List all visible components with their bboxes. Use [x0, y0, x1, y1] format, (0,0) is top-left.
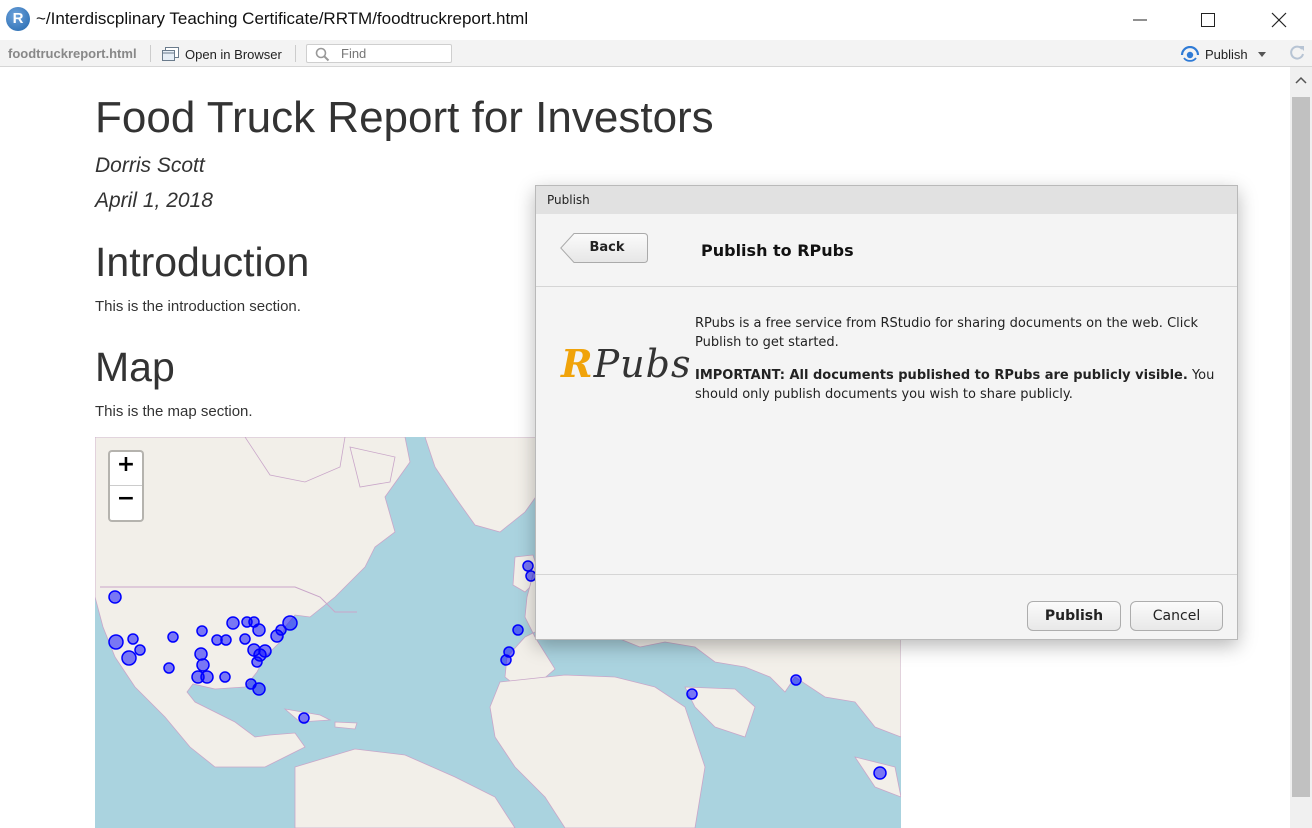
food-truck-marker[interactable] — [163, 662, 175, 674]
food-truck-marker[interactable] — [252, 682, 266, 696]
minimize-icon[interactable] — [1120, 6, 1160, 34]
food-truck-marker[interactable] — [134, 644, 146, 656]
window-title: ~/Interdiscplinary Teaching Certificate/… — [36, 9, 529, 28]
toolbar-filename: foodtruckreport.html — [8, 46, 137, 61]
publish-icon — [1180, 46, 1200, 62]
map-heading: Map — [95, 344, 175, 390]
viewer-toolbar: foodtruckreport.html Open in Browser Pub… — [0, 40, 1312, 67]
dialog-heading: Publish to RPubs — [701, 241, 854, 260]
rpubs-warning: IMPORTANT: All documents published to RP… — [695, 366, 1225, 404]
maximize-icon[interactable] — [1188, 6, 1228, 34]
scroll-up-icon[interactable] — [1295, 75, 1307, 87]
food-truck-marker[interactable] — [194, 647, 208, 661]
cancel-button[interactable]: Cancel — [1130, 601, 1223, 631]
food-truck-marker[interactable] — [108, 634, 124, 650]
toolbar-divider — [295, 45, 296, 62]
rpubs-description: RPubs is a free service from RStudio for… — [695, 316, 1199, 350]
introduction-heading: Introduction — [95, 239, 310, 285]
rpubs-logo: RPubs — [561, 341, 691, 386]
toolbar-divider — [150, 45, 151, 62]
zoom-out-button[interactable]: − — [110, 486, 142, 519]
publish-dialog: Publish Back Publish to RPubs RPubs RPub… — [535, 185, 1238, 640]
dialog-divider — [536, 286, 1237, 287]
report-date: April 1, 2018 — [95, 189, 213, 212]
search-icon — [315, 47, 330, 62]
food-truck-marker[interactable] — [196, 625, 208, 637]
vertical-scrollbar[interactable] — [1290, 67, 1312, 828]
food-truck-marker[interactable] — [226, 616, 240, 630]
open-in-browser-label: Open in Browser — [185, 46, 282, 62]
food-truck-marker[interactable] — [686, 688, 698, 700]
food-truck-marker[interactable] — [200, 670, 214, 684]
food-truck-marker[interactable] — [251, 656, 263, 668]
food-truck-marker[interactable] — [239, 633, 251, 645]
rpubs-logo-text: Pubs — [593, 342, 692, 386]
window-titlebar: R ~/Interdiscplinary Teaching Certificat… — [0, 0, 1312, 40]
toolbar-publish-button[interactable]: Publish — [1180, 44, 1248, 64]
publish-button[interactable]: Publish — [1027, 601, 1121, 631]
food-truck-marker[interactable] — [298, 712, 310, 724]
food-truck-marker[interactable] — [790, 674, 802, 686]
rpubs-warning-bold: IMPORTANT: All documents published to RP… — [695, 368, 1188, 383]
publish-dropdown-icon[interactable] — [1258, 52, 1266, 57]
zoom-in-button[interactable]: + — [110, 452, 142, 486]
find-box[interactable] — [306, 44, 452, 63]
scrollbar-thumb[interactable] — [1292, 97, 1310, 797]
dialog-titlebar: Publish — [536, 186, 1237, 214]
food-truck-marker[interactable] — [121, 650, 137, 666]
dialog-body: RPubs is a free service from RStudio for… — [695, 314, 1225, 418]
browser-window-icon — [162, 47, 179, 61]
page-title: Food Truck Report for Investors — [95, 93, 714, 142]
close-icon[interactable] — [1258, 6, 1298, 34]
food-truck-marker[interactable] — [108, 590, 122, 604]
r-app-icon: R — [6, 7, 30, 31]
food-truck-marker[interactable] — [512, 624, 524, 636]
food-truck-marker[interactable] — [196, 658, 210, 672]
zoom-control: + − — [108, 450, 144, 522]
food-truck-marker[interactable] — [127, 633, 139, 645]
back-button-label: Back — [589, 240, 625, 255]
rpubs-logo-r: R — [561, 341, 594, 386]
find-input[interactable] — [341, 46, 445, 61]
food-truck-marker[interactable] — [252, 623, 266, 637]
food-truck-marker[interactable] — [503, 646, 515, 658]
food-truck-marker[interactable] — [219, 671, 231, 683]
dialog-title: Publish — [547, 193, 590, 207]
food-truck-marker[interactable] — [282, 615, 298, 631]
food-truck-marker[interactable] — [220, 634, 232, 646]
map-text: This is the map section. — [95, 403, 253, 420]
introduction-text: This is the introduction section. — [95, 298, 301, 315]
dialog-footer-divider — [536, 574, 1237, 575]
food-truck-marker[interactable] — [873, 766, 887, 780]
back-button[interactable]: Back — [560, 233, 648, 263]
food-truck-marker[interactable] — [167, 631, 179, 643]
food-truck-marker[interactable] — [258, 644, 272, 658]
report-author: Dorris Scott — [95, 154, 205, 177]
food-truck-marker[interactable] — [522, 560, 534, 572]
open-in-browser-button[interactable]: Open in Browser — [162, 45, 282, 63]
refresh-icon[interactable] — [1288, 44, 1306, 62]
toolbar-publish-label: Publish — [1205, 46, 1248, 62]
